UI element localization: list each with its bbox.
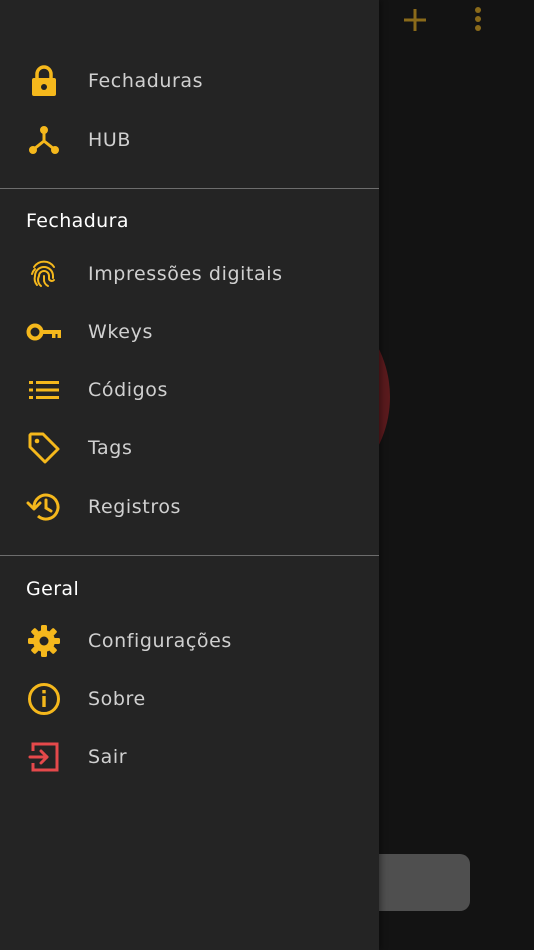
plus-icon: [404, 9, 426, 31]
key-icon: [26, 314, 62, 350]
drawer-item-label: Fechaduras: [88, 70, 204, 92]
list-icon: [26, 372, 62, 408]
navigation-drawer: Fechaduras HUB Fechadura Impressões digi…: [0, 0, 379, 950]
drawer-item-label: Tags: [88, 437, 133, 459]
drawer-item-label: Impressões digitais: [88, 263, 283, 285]
drawer-item-registros[interactable]: Registros: [0, 481, 379, 533]
drawer-item-label: Sobre: [88, 688, 146, 710]
more-vertical-icon: [475, 7, 481, 31]
info-icon: [26, 681, 62, 717]
history-icon: [26, 489, 62, 525]
drawer-item-wkeys[interactable]: Wkeys: [0, 306, 379, 358]
drawer-item-impressoes-digitais[interactable]: Impressões digitais: [0, 248, 379, 300]
more-options-button[interactable]: [464, 6, 492, 34]
section-title-fechadura: Fechadura: [26, 210, 129, 232]
drawer-item-sobre[interactable]: Sobre: [0, 673, 379, 725]
screen: Fechaduras HUB Fechadura Impressões digi…: [0, 0, 534, 950]
fingerprint-icon: [26, 256, 62, 292]
drawer-item-fechaduras[interactable]: Fechaduras: [0, 55, 379, 107]
logout-icon: [26, 739, 62, 775]
hub-icon: [26, 122, 62, 158]
drawer-item-hub[interactable]: HUB: [0, 114, 379, 166]
drawer-item-label: Códigos: [88, 379, 169, 401]
drawer-divider: [0, 555, 379, 556]
tag-icon: [26, 430, 62, 466]
drawer-item-sair[interactable]: Sair: [0, 731, 379, 783]
drawer-item-label: Sair: [88, 746, 128, 768]
lock-icon: [26, 63, 62, 99]
gear-icon: [26, 623, 62, 659]
drawer-divider: [0, 188, 379, 189]
drawer-item-label: Registros: [88, 496, 182, 518]
section-title-geral: Geral: [26, 578, 80, 600]
drawer-item-label: Configurações: [88, 630, 232, 652]
drawer-item-label: HUB: [88, 129, 132, 151]
drawer-item-tags[interactable]: Tags: [0, 422, 379, 474]
drawer-item-configuracoes[interactable]: Configurações: [0, 615, 379, 667]
drawer-item-codigos[interactable]: Códigos: [0, 364, 379, 416]
add-button[interactable]: [401, 6, 429, 34]
drawer-item-label: Wkeys: [88, 321, 153, 343]
